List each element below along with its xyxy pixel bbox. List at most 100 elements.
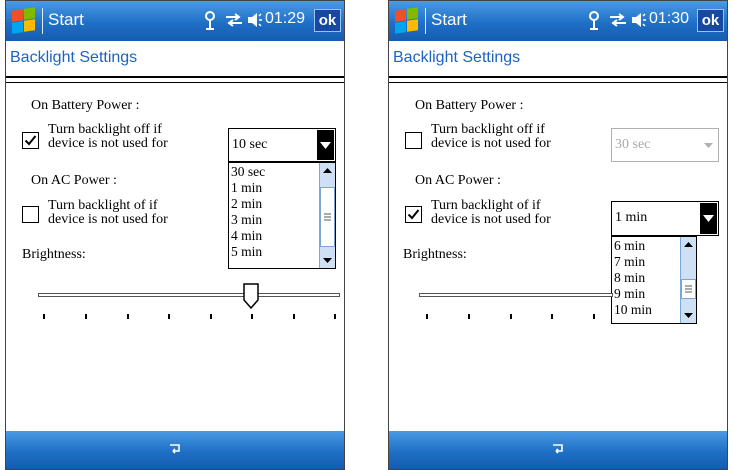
scroll-down-icon[interactable] [320,252,335,268]
list-item[interactable]: 6 min [614,239,645,253]
ac-timeout-value: 1 min [615,210,648,225]
brightness-label: Brightness: [403,247,467,262]
ac-timeout-combo[interactable]: 1 min [611,201,719,236]
scroll-up-icon[interactable] [681,237,696,253]
brightness-label: Brightness: [22,247,86,262]
battery-heading: On Battery Power : [31,98,140,113]
scroll-thumb[interactable] [681,279,696,299]
ac-backlight-checkbox[interactable] [22,206,39,223]
page-title-bar: Backlight Settings [6,41,344,73]
page-title: Backlight Settings [10,49,138,66]
tick-mark [551,314,553,319]
battery-timeout-combo[interactable]: 10 sec [228,128,336,162]
clock-time[interactable]: 01:29 [265,10,305,28]
sync-icon[interactable] [225,13,243,32]
tick-mark [168,314,170,319]
screen-ac-dropdown: Start 01:30 ok Backlight Settings On Bat… [388,0,728,470]
tick-mark [127,314,129,319]
battery-heading: On Battery Power : [415,98,524,113]
title-separator [425,8,426,34]
battery-label-line-2: device is not used for [48,136,168,151]
title-separator [42,8,43,34]
ac-label-line-1: Turn backlight of if [431,198,541,213]
list-item[interactable]: 1 min [231,181,262,195]
brightness-slider-track[interactable] [419,293,613,297]
title-divider-thin [6,82,344,83]
chevron-down-icon[interactable] [317,130,334,160]
speaker-icon[interactable] [247,12,263,33]
page-title-bar: Backlight Settings [389,41,727,73]
list-item[interactable]: 5 min [231,245,262,259]
start-label[interactable]: Start [48,10,84,30]
tick-mark [426,314,428,319]
start-label[interactable]: Start [431,10,467,30]
list-item[interactable]: 2 min [231,197,262,211]
tick-mark [210,314,212,319]
list-item[interactable]: 9 min [614,287,645,301]
chevron-down-icon [700,130,717,160]
battery-backlight-checkbox[interactable] [405,132,422,149]
scroll-down-icon[interactable] [681,307,696,323]
list-item[interactable]: 7 min [614,255,645,269]
tick-mark [85,314,87,319]
windows-start-icon[interactable] [10,7,38,35]
title-divider-thin [389,82,727,83]
ac-timeout-list[interactable]: 6 min 7 min 8 min 9 min 10 min [611,236,697,324]
battery-timeout-list[interactable]: 30 sec 1 min 2 min 3 min 4 min 5 min [228,162,336,269]
list-item[interactable]: 8 min [614,271,645,285]
windows-start-icon[interactable] [393,7,421,35]
brightness-slider-thumb[interactable] [243,283,259,314]
list-item[interactable]: 30 sec [231,165,265,179]
signal-icon[interactable] [587,10,601,35]
speaker-icon[interactable] [631,12,647,33]
ok-button[interactable]: ok [314,9,341,32]
title-divider [6,76,344,78]
list-scrollbar[interactable] [319,163,335,268]
ac-backlight-checkbox[interactable] [405,206,422,223]
brightness-slider-track[interactable] [38,293,340,297]
battery-backlight-label: Turn backlight off if device is not used… [48,123,168,151]
sync-icon[interactable] [609,13,627,32]
ac-label-line-2: device is not used for [431,212,551,227]
clock-time[interactable]: 01:30 [649,10,689,28]
ac-heading: On AC Power : [415,173,501,188]
tick-mark [293,314,295,319]
tick-mark [510,314,512,319]
ac-backlight-label: Turn backlight of if device is not used … [431,199,551,227]
scroll-thumb[interactable] [320,187,335,247]
menu-bar [389,431,727,469]
tick-mark [334,314,336,319]
tick-mark [468,314,470,319]
list-item[interactable]: 4 min [231,229,262,243]
scroll-up-icon[interactable] [320,163,335,179]
battery-timeout-combo: 30 sec [611,128,719,162]
screen-battery-dropdown: Start 01:29 ok Backlight Settings On Bat… [5,0,345,470]
list-item[interactable]: 3 min [231,213,262,227]
battery-backlight-label: Turn backlight off if device is not used… [431,123,551,151]
battery-timeout-value: 10 sec [232,137,268,152]
ac-heading: On AC Power : [31,173,117,188]
battery-backlight-checkbox[interactable] [22,132,39,149]
tick-mark [43,314,45,319]
tick-mark [251,314,253,319]
chevron-down-icon[interactable] [700,203,717,234]
keyboard-icon[interactable] [167,443,183,462]
menu-bar [6,431,344,469]
list-scrollbar[interactable] [680,237,696,323]
keyboard-icon[interactable] [550,443,566,462]
ac-backlight-label: Turn backlight of if device is not used … [48,199,168,227]
battery-label-line-2: device is not used for [431,136,551,151]
signal-icon[interactable] [203,10,217,35]
page-title: Backlight Settings [393,49,521,66]
battery-label-line-1: Turn backlight off if [431,122,545,137]
ac-label-line-2: device is not used for [48,212,168,227]
battery-label-line-1: Turn backlight off if [48,122,162,137]
navigation-bar: Start 01:30 ok [389,1,727,41]
list-item[interactable]: 10 min [614,303,652,317]
ok-button[interactable]: ok [697,9,724,32]
ac-label-line-1: Turn backlight of if [48,198,158,213]
navigation-bar: Start 01:29 ok [6,1,344,41]
battery-timeout-value: 30 sec [615,137,651,152]
tick-mark [593,314,595,319]
title-divider [389,76,727,78]
